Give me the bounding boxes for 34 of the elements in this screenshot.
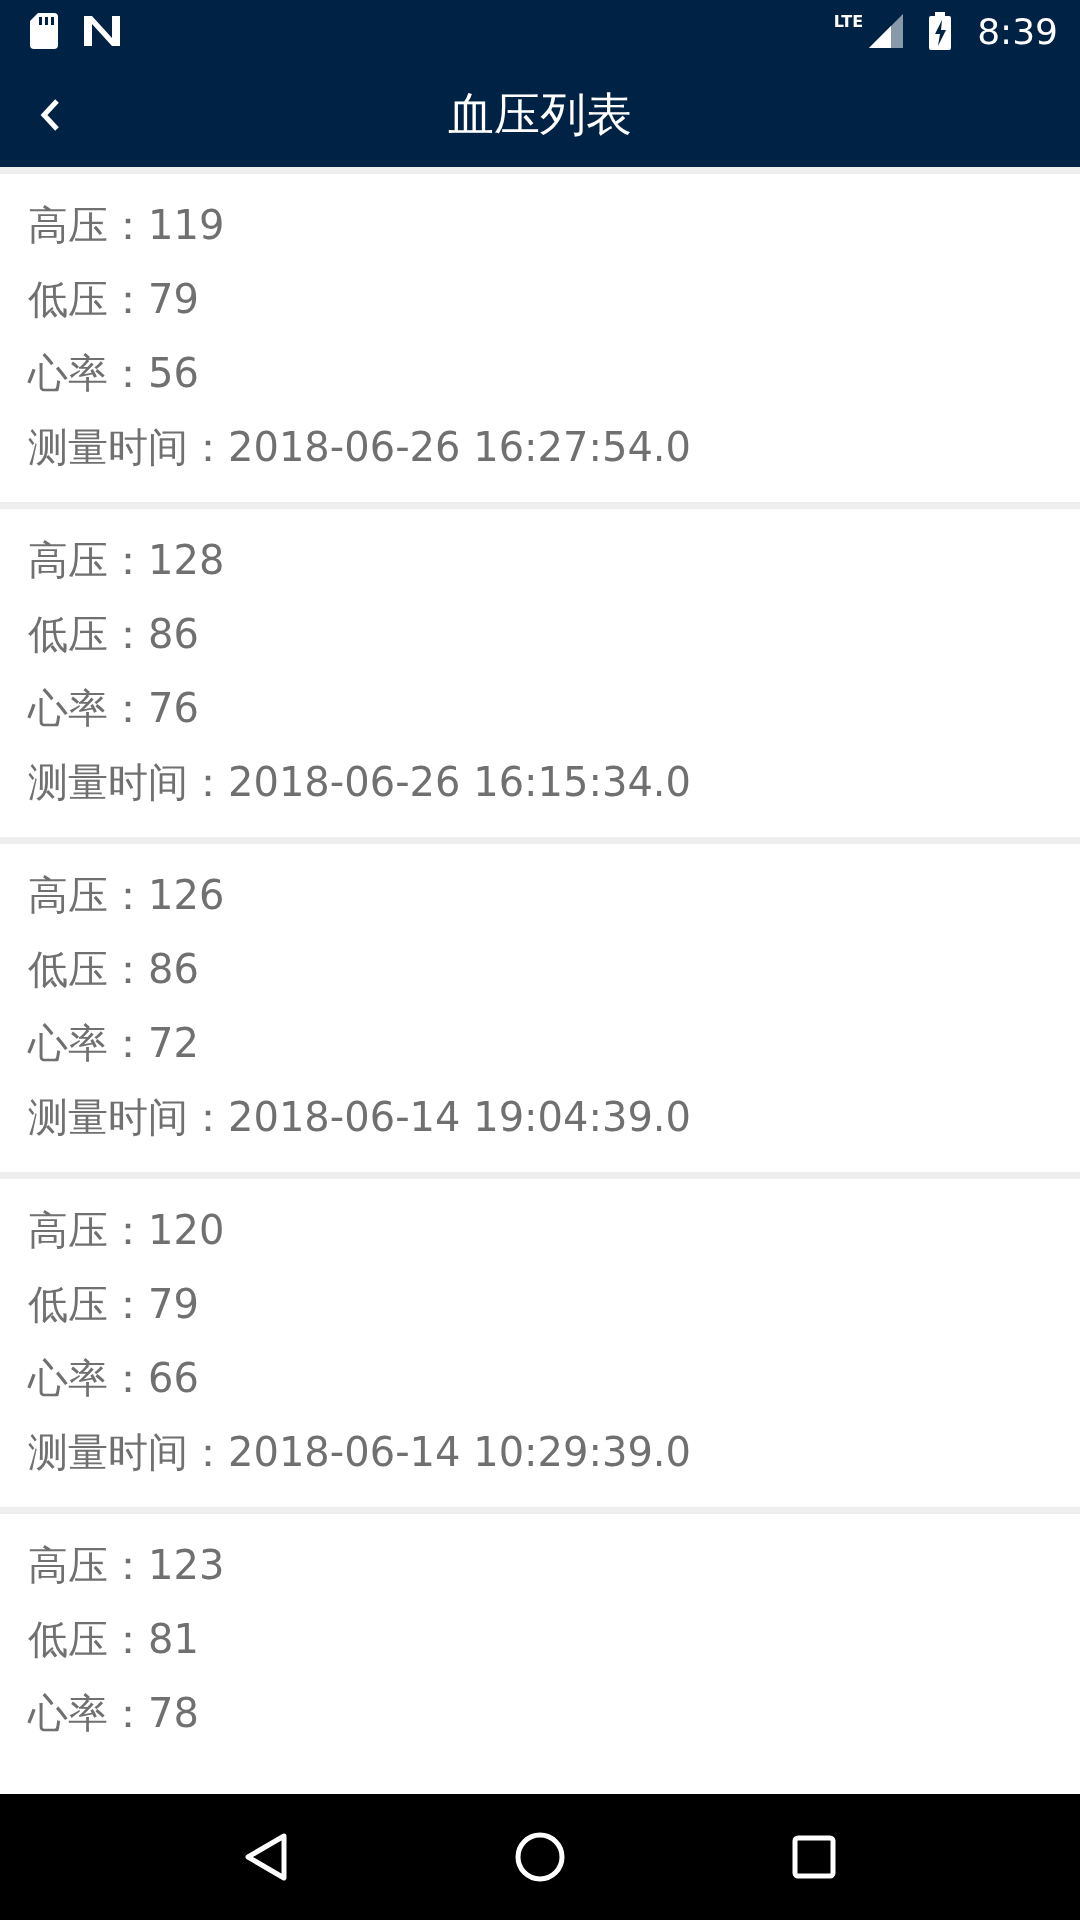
record-field: 心率：76 (28, 671, 1052, 745)
record-field: 测量时间：2018-06-14 10:29:39.0 (28, 1415, 1052, 1489)
signal-icon (869, 14, 904, 48)
record-field: 心率：66 (28, 1341, 1052, 1415)
record-field: 心率：78 (28, 1676, 1052, 1750)
network-type: LTE (833, 12, 864, 31)
record-field: 测量时间：2018-06-26 16:15:34.0 (28, 745, 1052, 819)
record-field: 心率：56 (28, 336, 1052, 410)
page-title: 血压列表 (448, 85, 632, 143)
record-field: 高压：119 (28, 188, 1052, 262)
record-field: 高压：126 (28, 858, 1052, 932)
record-field: 低压：79 (28, 262, 1052, 336)
record-card[interactable]: 高压：126 低压：86 心率：72 测量时间：2018-06-14 19:04:39.0 (0, 844, 1080, 1172)
record-field: 测量时间：2018-06-26 16:27:54.0 (28, 410, 1052, 484)
record-card[interactable]: 高压：120 低压：79 心率：66 测量时间：2018-06-14 10:29:39.0 (0, 1179, 1080, 1507)
home-nav-icon[interactable] (515, 1832, 565, 1882)
back-nav-icon[interactable] (243, 1832, 288, 1882)
record-field: 高压：128 (28, 523, 1052, 597)
notification-icon (84, 16, 120, 46)
record-field: 低压：86 (28, 932, 1052, 1006)
record-field: 低压：79 (28, 1267, 1052, 1341)
battery-charging-icon (929, 12, 952, 50)
sd-card-icon (30, 13, 58, 49)
record-field: 低压：86 (28, 597, 1052, 671)
recents-nav-icon[interactable] (792, 1835, 837, 1879)
clock: 8:39 (977, 10, 1058, 52)
record-field: 低压：81 (28, 1602, 1052, 1676)
record-field: 高压：120 (28, 1193, 1052, 1267)
record-field: 心率：72 (28, 1006, 1052, 1080)
record-card[interactable]: 高压：119 低压：79 心率：56 测量时间：2018-06-26 16:27:54.0 (0, 174, 1080, 502)
record-card[interactable]: 高压：128 低压：86 心率：76 测量时间：2018-06-26 16:15:34.0 (0, 509, 1080, 837)
record-field: 测量时间：2018-06-14 19:04:39.0 (28, 1080, 1052, 1154)
record-field: 高压：123 (28, 1528, 1052, 1602)
record-card[interactable]: 高压：123 低压：81 心率：78 (0, 1514, 1080, 1794)
